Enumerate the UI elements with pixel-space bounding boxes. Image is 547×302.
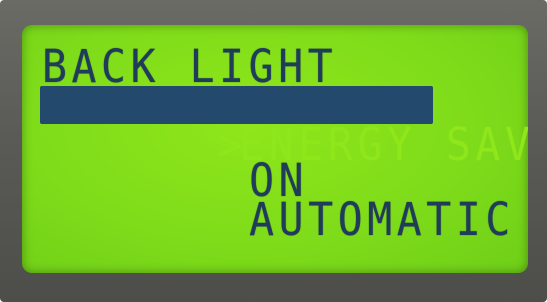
menu-item-on[interactable]: ON — [72, 121, 308, 203]
menu-item-energy-save[interactable]: >ENERGY SAVE — [40, 85, 528, 167]
menu-title: BACK LIGHT — [42, 40, 338, 93]
menu-item-automatic[interactable]: AUTOMATIC — [72, 160, 515, 242]
device-bezel: BACK LIGHT >ENERGY SAVE ON AUTOMATIC — [0, 0, 547, 302]
lcd-screen: BACK LIGHT >ENERGY SAVE ON AUTOMATIC — [22, 25, 528, 273]
menu-item-label: AUTOMATIC — [249, 193, 515, 246]
